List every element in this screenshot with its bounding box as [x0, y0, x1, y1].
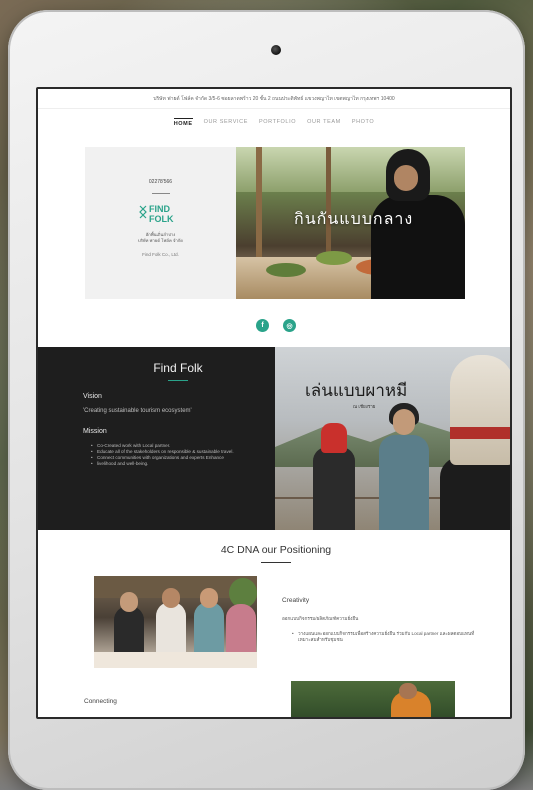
- photo-person: [440, 457, 510, 530]
- creativity-list: วางแผนและออกแบบกิจกรรมเพื่อสร้างความยั่ง…: [282, 631, 482, 643]
- dna-underline: [261, 562, 291, 563]
- address-text: บริษัท ฟายด์ โฟล์ค จำกัด 3/5-6 ซอยลาดพร้…: [153, 95, 395, 102]
- vision-text: 'Creating sustainable tourism ecosystem': [83, 408, 192, 414]
- about-text-panel: Find Folk Vision 'Creating sustainable t…: [38, 347, 275, 530]
- creativity-subtitle: ออกแบบกิจกรรม/ผลิตภัณฑ์ความยั่งยืน: [282, 616, 359, 621]
- company-name-th: ฮักพื้นเถิ่นลำปาง บริษัท ฟายด์ โฟล์ค จำก…: [121, 232, 201, 244]
- photo-post: [256, 147, 262, 267]
- instagram-icon[interactable]: ◎: [283, 319, 296, 332]
- hero-section: 02278'566 FIND FOLK ฮักพื้นเถิ่นลำปาง บร…: [85, 147, 465, 299]
- photo-person: [379, 435, 429, 530]
- logo-text-find: FIND: [149, 204, 170, 214]
- creativity-block: Creativity ออกแบบกิจกรรม/ผลิตภัณฑ์ความยั…: [282, 597, 482, 643]
- company-legal-th: บริษัท ฟายด์ โฟล์ค จำกัด: [137, 238, 184, 243]
- facebook-icon[interactable]: f: [256, 319, 269, 332]
- creativity-photo: [94, 576, 257, 668]
- photo-person-head: [399, 683, 417, 699]
- list-item: livelihood and well-being.: [91, 461, 241, 467]
- nav-our-service[interactable]: OUR SERVICE: [204, 119, 248, 125]
- phone-number: 02278'566: [148, 179, 173, 185]
- about-photo: เล่นแบบผาหมี ณ เชียงราย: [275, 347, 510, 530]
- photo-headdress: [450, 355, 510, 465]
- photo-person-head: [120, 592, 138, 612]
- website-screen: บริษัท ฟายด์ โฟล์ค จำกัด 3/5-6 ซอยลาดพร้…: [36, 87, 512, 719]
- photo-person-face: [394, 165, 418, 191]
- photo-person-head: [162, 588, 180, 608]
- hero-info-panel: 02278'566 FIND FOLK ฮักพื้นเถิ่นลำปาง บร…: [85, 147, 236, 299]
- about-overlay-title: เล่นแบบผาหมี: [305, 381, 408, 401]
- list-item: วางแผนและออกแบบกิจกรรมเพื่อสร้างความยั่ง…: [292, 631, 482, 643]
- photo-food: [266, 263, 306, 277]
- photo-headdress: [321, 423, 347, 453]
- divider: [151, 193, 170, 194]
- social-links: f ◎: [38, 319, 510, 332]
- photo-person: [313, 447, 355, 530]
- about-title: Find Folk: [153, 361, 203, 375]
- logo-text-folk: FOLK: [149, 214, 174, 224]
- connecting-title: Connecting: [84, 698, 117, 705]
- photo-post: [326, 147, 331, 257]
- mission-heading: Mission: [83, 428, 107, 435]
- hero-photo: กินกันแบบกลาง: [236, 147, 465, 299]
- dna-heading: 4C DNA our Positioning: [220, 544, 332, 556]
- hero-overlay-text: กินกันแบบกลาง: [294, 209, 414, 228]
- photo-food: [316, 251, 352, 265]
- title-underline: [168, 380, 188, 381]
- creativity-title: Creativity: [282, 597, 310, 604]
- photo-headdress-band: [450, 427, 510, 439]
- connecting-photo: [291, 681, 455, 717]
- vision-heading: Vision: [83, 393, 102, 400]
- main-nav: HOME OUR SERVICE PORTFOLIO OUR TEAM PHOT…: [38, 109, 510, 135]
- company-name-en: Find Folk Co., Ltd.: [142, 252, 179, 257]
- address-bar: บริษัท ฟายด์ โฟล์ค จำกัด 3/5-6 ซอยลาดพร้…: [38, 89, 510, 109]
- about-section: Find Folk Vision 'Creating sustainable t…: [38, 347, 510, 530]
- nav-photo[interactable]: PHOTO: [352, 119, 374, 125]
- about-overlay-sub: ณ เชียงราย: [353, 404, 376, 409]
- photo-sky: [236, 147, 465, 192]
- photo-person-head: [200, 588, 218, 608]
- mission-list: Co-Created work with Local partner. Educ…: [83, 443, 275, 467]
- nav-our-team[interactable]: OUR TEAM: [307, 119, 341, 125]
- nav-home[interactable]: HOME: [173, 117, 193, 127]
- photo-table: [94, 652, 257, 668]
- nav-portfolio[interactable]: PORTFOLIO: [259, 119, 296, 125]
- camera-icon: [271, 45, 281, 55]
- photo-person-face: [393, 409, 415, 435]
- find-folk-logo[interactable]: FIND FOLK: [136, 202, 186, 228]
